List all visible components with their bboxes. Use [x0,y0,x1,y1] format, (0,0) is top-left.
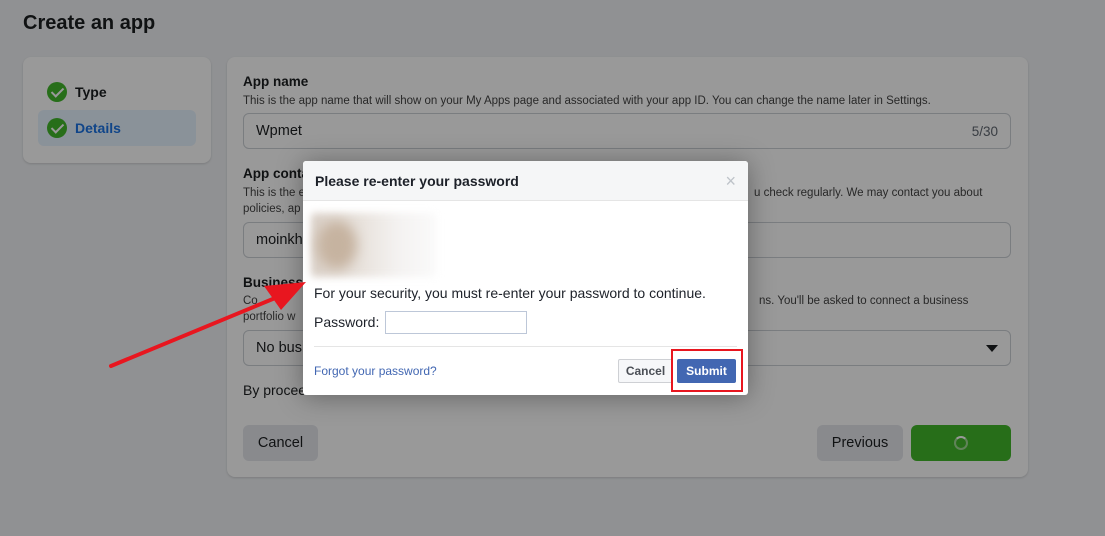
close-icon[interactable]: × [725,172,736,190]
security-message: For your security, you must re-enter you… [314,285,706,301]
password-input[interactable] [385,311,527,334]
dialog-divider [314,346,737,347]
password-label: Password: [314,314,380,330]
avatar [317,221,357,269]
submit-highlight-box [671,349,743,392]
dialog-title: Please re-enter your password [315,172,519,189]
dialog-cancel-button[interactable]: Cancel [618,359,673,383]
forgot-password-link[interactable]: Forgot your password? [314,364,437,378]
dialog-header: Please re-enter your password × [303,161,748,201]
